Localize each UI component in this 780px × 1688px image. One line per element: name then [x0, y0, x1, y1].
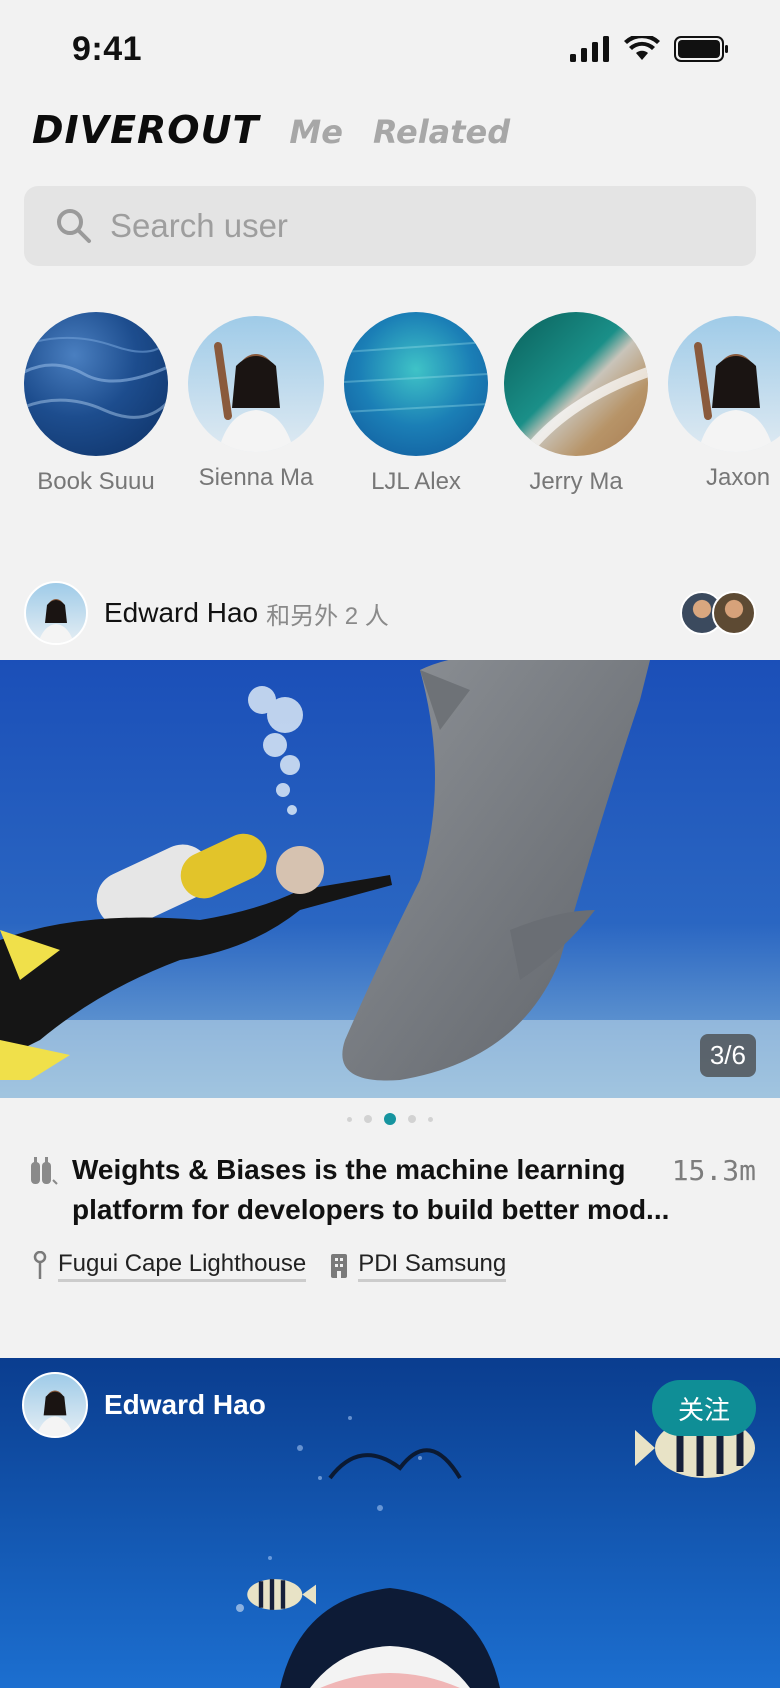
- author-name[interactable]: Edward Hao: [104, 597, 258, 629]
- location-tag[interactable]: Fugui Cape Lighthouse: [32, 1250, 307, 1282]
- battery-icon: [674, 36, 728, 62]
- carousel-dot[interactable]: [347, 1116, 352, 1122]
- author-avatar[interactable]: [24, 581, 88, 645]
- status-icons: [570, 36, 730, 62]
- co-authors-text[interactable]: 和另外 2 人: [266, 596, 389, 631]
- carousel-dots[interactable]: [0, 1113, 780, 1125]
- post-card[interactable]: Edward Hao 关注: [0, 1358, 780, 1688]
- story-name: Jerry Ma: [529, 468, 623, 495]
- story-avatar[interactable]: [668, 316, 780, 452]
- dolphin-diver-photo: [0, 660, 780, 1098]
- header: DIVEROUT Me Related: [32, 108, 510, 152]
- tab-me[interactable]: Me: [289, 113, 343, 151]
- location-label[interactable]: Fugui Cape Lighthouse: [58, 1250, 307, 1282]
- story-name: Jaxon: [706, 464, 771, 491]
- story-avatar[interactable]: [504, 312, 648, 456]
- search-bar[interactable]: [24, 186, 756, 266]
- search-icon: [57, 209, 91, 243]
- brand-logo: DIVEROUT: [32, 108, 260, 152]
- post-media-carousel[interactable]: 3/6: [0, 660, 780, 1098]
- author-avatar[interactable]: [22, 1372, 88, 1438]
- carousel-dot[interactable]: [408, 1115, 416, 1123]
- author-name[interactable]: Edward Hao: [104, 1389, 266, 1421]
- story-name: LJL Alex: [371, 468, 461, 495]
- story-item[interactable]: Jaxon: [656, 312, 780, 492]
- stories-row[interactable]: Book Suuu Sienna Ma LJL Alex Jerry Ma Ja…: [0, 312, 780, 502]
- dive-depth: 15.3m: [671, 1154, 756, 1187]
- carousel-dot[interactable]: [428, 1116, 433, 1122]
- follow-button[interactable]: 关注: [652, 1380, 756, 1436]
- story-name: Book Suuu: [37, 468, 155, 495]
- story-item[interactable]: LJL Alex: [336, 312, 496, 496]
- building-icon: [331, 1254, 348, 1278]
- post-tags: Fugui Cape Lighthouse PDI Samsung: [32, 1250, 530, 1282]
- search-input[interactable]: [108, 206, 712, 246]
- organization-label[interactable]: PDI Samsung: [358, 1250, 507, 1282]
- wifi-icon: [624, 36, 660, 60]
- story-avatar[interactable]: [188, 316, 324, 452]
- co-author-avatars[interactable]: [680, 591, 756, 635]
- signal-icon: [570, 36, 609, 62]
- location-pin-icon: [33, 1251, 47, 1279]
- post-header: Edward Hao 和另外 2 人: [24, 580, 756, 646]
- carousel-dot-active[interactable]: [384, 1113, 396, 1125]
- organization-tag[interactable]: PDI Samsung: [330, 1250, 507, 1282]
- story-avatar[interactable]: [344, 312, 488, 456]
- story-name: Sienna Ma: [198, 464, 314, 491]
- story-item[interactable]: Jerry Ma: [496, 312, 656, 496]
- post-header: Edward Hao: [22, 1372, 266, 1438]
- carousel-dot[interactable]: [364, 1115, 372, 1123]
- caption-text[interactable]: Weights & Biases is the machine learning…: [72, 1150, 672, 1230]
- oxygen-tank-icon: [31, 1157, 58, 1185]
- story-item[interactable]: Sienna Ma: [176, 312, 336, 492]
- tab-related[interactable]: Related: [373, 113, 510, 151]
- story-avatar[interactable]: [24, 312, 168, 456]
- media-counter: 3/6: [699, 1034, 756, 1077]
- status-time: 9:41: [72, 30, 143, 68]
- co-author-avatar[interactable]: [712, 591, 756, 635]
- story-item[interactable]: Book Suuu: [16, 312, 176, 496]
- status-bar: 9:41: [0, 0, 780, 100]
